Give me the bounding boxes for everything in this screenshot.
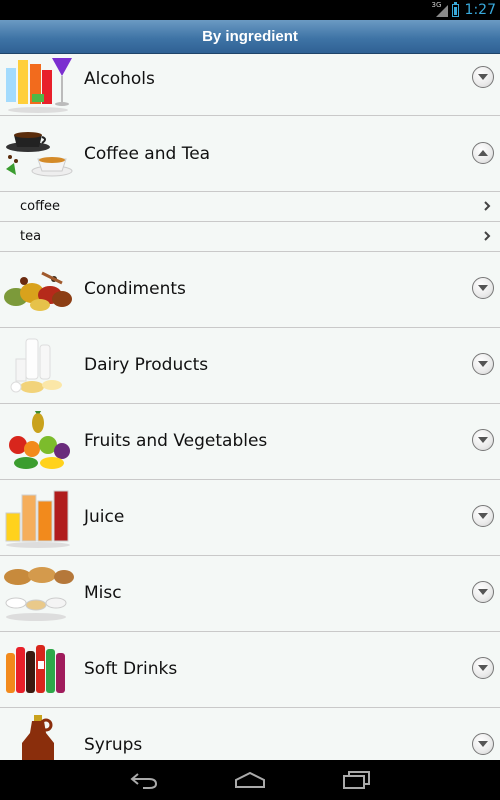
soda-bottles-icon [2, 639, 74, 701]
ingredient-list[interactable]: Alcohols Coffee and Tea coffee tea Condi… [0, 54, 500, 760]
page-title: By ingredient [202, 28, 298, 45]
recent-apps-icon[interactable] [337, 768, 377, 792]
title-bar: By ingredient [0, 20, 500, 54]
expand-chevron-icon[interactable] [472, 581, 494, 603]
subcategory-label: coffee [20, 199, 61, 214]
fruit-basket-icon [2, 411, 74, 473]
spice-piles-icon [2, 259, 74, 321]
category-dairy-products[interactable]: Dairy Products [0, 328, 500, 404]
category-label: Syrups [84, 735, 143, 755]
expand-chevron-icon[interactable] [472, 505, 494, 527]
chevron-right-icon [484, 231, 491, 241]
collapse-chevron-icon[interactable] [472, 142, 494, 164]
category-juice[interactable]: Juice [0, 480, 500, 556]
status-icons: 3G 1:27 [432, 0, 496, 20]
category-label: Condiments [84, 279, 186, 299]
category-alcohols[interactable]: Alcohols [0, 54, 500, 116]
subcategory-coffee[interactable]: coffee [0, 192, 500, 222]
category-label: Misc [84, 583, 122, 603]
battery-icon [451, 1, 459, 17]
status-bar: 3G 1:27 [0, 0, 500, 20]
back-icon[interactable] [124, 768, 164, 792]
cocktail-glasses-icon [2, 54, 74, 116]
category-coffee-and-tea[interactable]: Coffee and Tea [0, 116, 500, 192]
chevron-right-icon [484, 201, 491, 211]
subcategory-label: tea [20, 229, 42, 244]
coffee-cup-icon [2, 123, 74, 185]
category-fruits-and-vegetables[interactable]: Fruits and Vegetables [0, 404, 500, 480]
category-syrups[interactable]: Syrups [0, 708, 500, 760]
category-misc[interactable]: Misc [0, 556, 500, 632]
expand-chevron-icon[interactable] [472, 353, 494, 375]
category-condiments[interactable]: Condiments [0, 252, 500, 328]
category-label: Fruits and Vegetables [84, 431, 268, 451]
category-label: Alcohols [84, 69, 155, 89]
clock: 1:27 [464, 2, 496, 18]
category-label: Dairy Products [84, 355, 209, 375]
expand-chevron-icon[interactable] [472, 66, 494, 88]
signal-icon: 3G [432, 1, 448, 17]
category-label: Juice [84, 507, 125, 527]
home-icon[interactable] [230, 768, 270, 792]
expand-chevron-icon[interactable] [472, 733, 494, 755]
syrup-bottle-icon [2, 715, 74, 760]
category-label: Soft Drinks [84, 659, 178, 679]
expand-chevron-icon[interactable] [472, 277, 494, 299]
navigation-bar [0, 760, 500, 800]
milk-bottles-icon [2, 335, 74, 397]
bread-and-bowls-icon [2, 563, 74, 625]
juice-glasses-icon [2, 487, 74, 549]
expand-chevron-icon[interactable] [472, 429, 494, 451]
subcategory-tea[interactable]: tea [0, 222, 500, 252]
category-soft-drinks[interactable]: Soft Drinks [0, 632, 500, 708]
expand-chevron-icon[interactable] [472, 657, 494, 679]
category-label: Coffee and Tea [84, 144, 211, 164]
